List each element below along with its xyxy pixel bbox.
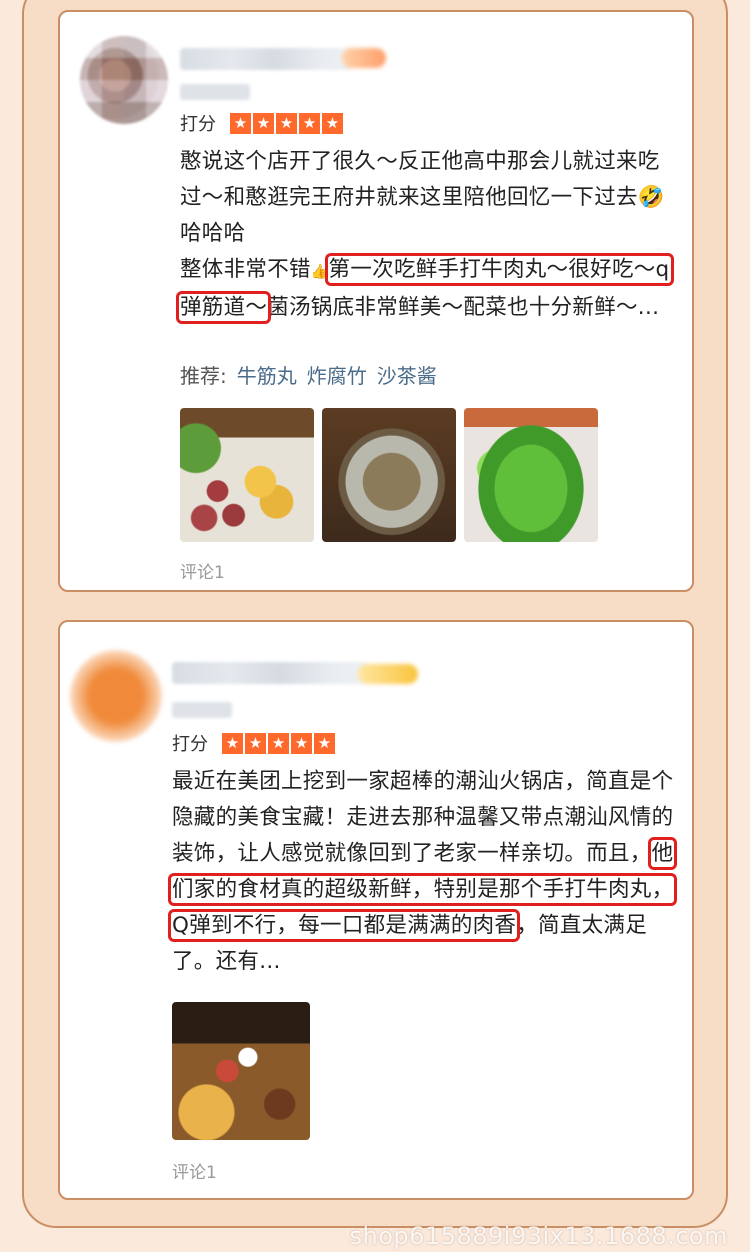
comment-count-link[interactable]: 评论1: [172, 1158, 217, 1183]
avatar[interactable]: [70, 650, 162, 742]
user-subinfo-blurred: [180, 84, 250, 100]
recommend-dish-link[interactable]: 沙茶酱: [377, 360, 437, 389]
avatar[interactable]: [80, 36, 168, 124]
review-photo[interactable]: [172, 1002, 310, 1140]
rating-label: 打分: [180, 114, 216, 135]
review-photo[interactable]: [180, 408, 314, 542]
username-blurred[interactable]: [180, 48, 352, 70]
star-icon: ★: [253, 112, 274, 134]
laughing-emoji-icon: 🤣: [637, 185, 665, 210]
rating-row: 打分 ★ ★ ★ ★ ★: [172, 730, 335, 756]
user-level-badge: [358, 664, 418, 684]
review-text[interactable]: 憨说这个店开了很久～反正他高中那会儿就过来吃过～和憨逛完王府井就来这里陪他回忆一…: [176, 144, 680, 326]
star-rating: ★ ★ ★ ★ ★: [222, 732, 335, 754]
star-icon: ★: [222, 732, 243, 754]
review-photo[interactable]: [464, 408, 598, 542]
review-text-part: 憨说这个店开了很久～反正他高中那会儿就过来吃过～和憨逛完王府井就来这里陪他回忆一…: [180, 149, 660, 210]
star-icon: ★: [314, 732, 335, 754]
star-icon: ★: [299, 112, 320, 134]
review-text-part: 哈哈哈: [180, 221, 246, 246]
review-text-part: 菌汤锅底非常鲜美～配菜也十分新鲜～...: [267, 295, 660, 320]
username-blurred[interactable]: [172, 662, 368, 684]
user-level-badge: [342, 48, 386, 68]
thumbs-up-emoji-icon: 👍: [310, 264, 329, 280]
rating-row: 打分 ★ ★ ★ ★ ★: [180, 110, 343, 136]
review-text-part: 最近在美团上挖到一家超棒的潮汕火锅店，简直是个隐藏的美食宝藏！走进去那种温馨又带…: [172, 769, 674, 866]
recommend-dish-link[interactable]: 炸腐竹: [307, 360, 367, 389]
rating-label: 打分: [172, 734, 208, 755]
recommend-label: 推荐:: [180, 364, 227, 388]
comment-count-link[interactable]: 评论1: [180, 558, 225, 583]
star-icon: ★: [276, 112, 297, 134]
review-text-part: 整体非常不错: [180, 257, 311, 282]
star-icon: ★: [322, 112, 343, 134]
star-icon: ★: [230, 112, 251, 134]
recommend-dish-link[interactable]: 牛筋丸: [237, 360, 297, 389]
star-icon: ★: [291, 732, 312, 754]
star-rating: ★ ★ ★ ★ ★: [230, 112, 343, 134]
review-card-2[interactable]: 打分 ★ ★ ★ ★ ★ 最近在美团上挖到一家超棒的潮汕火锅店，简直是个隐藏的美…: [58, 620, 694, 1200]
shop-watermark: shop615889i93ix13.1688.com: [349, 1222, 728, 1250]
user-subinfo-blurred: [172, 702, 232, 718]
star-icon: ★: [245, 732, 266, 754]
recommend-row: 推荐: 牛筋丸 炸腐竹 沙茶酱: [180, 360, 437, 389]
review-card-1[interactable]: 打分 ★ ★ ★ ★ ★ 憨说这个店开了很久～反正他高中那会儿就过来吃过～和憨逛…: [58, 10, 694, 592]
review-photo[interactable]: [322, 408, 456, 542]
review-text[interactable]: 最近在美团上挖到一家超棒的潮汕火锅店，简直是个隐藏的美食宝藏！走进去那种温馨又带…: [167, 764, 688, 980]
star-icon: ★: [268, 732, 289, 754]
